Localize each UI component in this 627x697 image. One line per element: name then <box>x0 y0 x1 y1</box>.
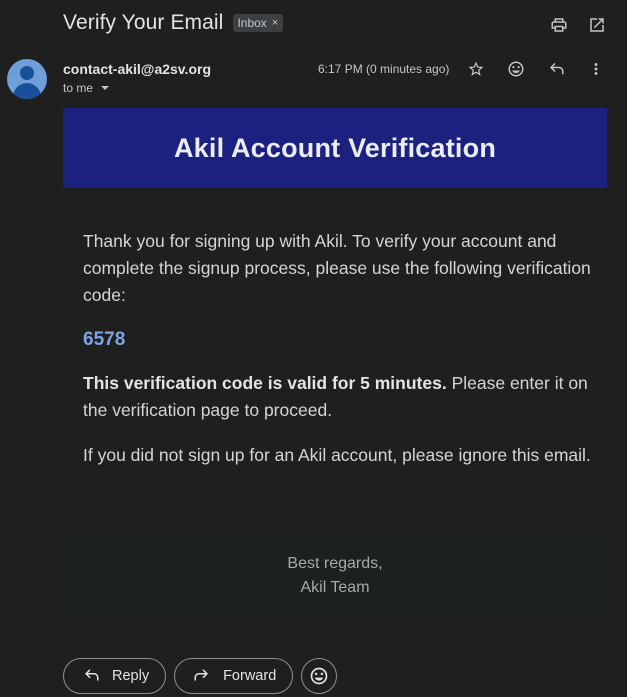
forward-button-label: Forward <box>223 668 277 684</box>
avatar-head <box>20 66 34 80</box>
forward-arrow-icon <box>194 669 209 681</box>
verification-banner: Akil Account Verification <box>63 108 607 188</box>
inbox-label-chip[interactable]: Inbox × <box>233 14 284 32</box>
banner-title: Akil Account Verification <box>173 132 497 163</box>
more-vert-icon[interactable] <box>586 59 606 79</box>
intro-paragraph: Thank you for signing up with Akil. To v… <box>83 231 591 305</box>
reply-button-label: Reply <box>112 668 150 684</box>
email-view: Verify Your Email Inbox × contact-akil@a… <box>0 0 627 697</box>
remove-label-button[interactable]: × <box>272 17 278 29</box>
reply-bar: Reply Forward <box>63 658 338 694</box>
react-emoji-button[interactable] <box>301 658 338 694</box>
label-chip-text: Inbox <box>237 16 267 30</box>
signoff-text: Best regards, <box>287 555 383 572</box>
forward-button[interactable]: Forward <box>174 658 294 694</box>
avatar-body <box>13 83 41 99</box>
message-timestamp: 6:17 PM (0 minutes ago) <box>318 62 450 76</box>
ignore-paragraph: If you did not sign up for an Akil accou… <box>83 445 591 465</box>
emoji-icon[interactable] <box>506 59 526 79</box>
message-actions <box>466 59 606 79</box>
open-in-new-icon[interactable] <box>587 15 607 35</box>
chevron-down-icon <box>101 86 110 90</box>
validity-bold-text: This verification code is valid for 5 mi… <box>83 373 447 393</box>
email-subject: Verify Your Email <box>63 11 224 34</box>
validity-paragraph: This verification code is valid for 5 mi… <box>83 370 593 424</box>
star-icon[interactable] <box>466 59 486 79</box>
print-icon[interactable] <box>549 15 569 35</box>
sender-address[interactable]: contact-akil@a2sv.org <box>63 61 211 77</box>
sender-avatar[interactable] <box>7 59 47 99</box>
reply-icon[interactable] <box>546 59 566 79</box>
subject-row: Verify Your Email Inbox × <box>63 11 284 35</box>
recipient-label: to me <box>63 81 94 95</box>
email-body: Thank you for signing up with Akil. To v… <box>83 228 593 469</box>
signature-box: Best regards, Akil Team <box>63 532 607 619</box>
reply-button[interactable]: Reply <box>63 658 167 694</box>
verification-code: 6578 <box>83 329 126 350</box>
thread-toolbar <box>549 15 607 35</box>
reply-arrow-icon <box>85 669 99 681</box>
team-name: Akil Team <box>300 579 370 596</box>
recipient-details-toggle[interactable]: to me <box>63 81 110 95</box>
emoji-icon <box>310 667 328 685</box>
